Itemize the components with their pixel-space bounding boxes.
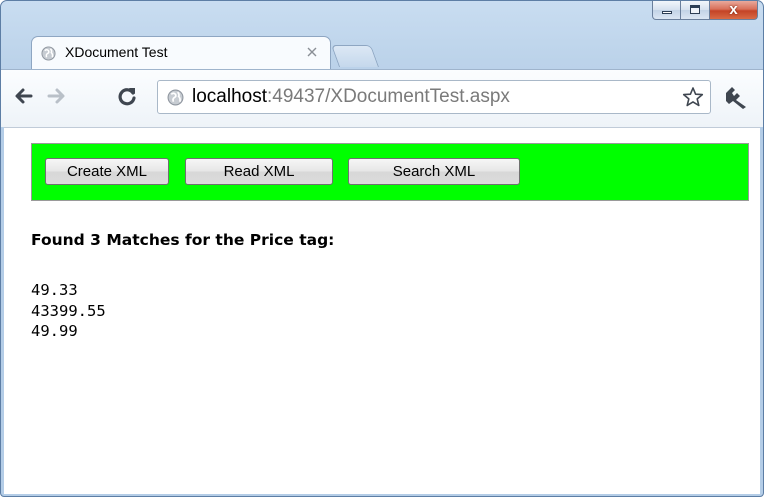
close-icon[interactable]: [306, 46, 318, 58]
address-bar[interactable]: localhost:49437/XDocumentTest.aspx: [157, 80, 711, 114]
url-text: localhost:49437/XDocumentTest.aspx: [192, 85, 510, 109]
results-heading: Found 3 Matches for the Price tag:: [31, 231, 335, 249]
minimize-icon: [662, 11, 672, 14]
wrench-icon[interactable]: [723, 85, 749, 111]
tab-title: XDocument Test: [65, 44, 168, 60]
globe-icon: [41, 46, 56, 61]
results-list: 49.33 43399.55 49.99: [31, 280, 106, 342]
search-xml-button[interactable]: Search XML: [348, 158, 520, 185]
browser-window: x XDocument Test localhost:49437/XDocume…: [0, 0, 764, 497]
new-tab-button[interactable]: [330, 45, 380, 67]
close-window-icon: x: [729, 1, 738, 18]
close-window-button[interactable]: x: [710, 1, 758, 20]
result-item: 49.33: [31, 281, 78, 299]
star-icon[interactable]: [682, 86, 704, 108]
minimize-button[interactable]: [652, 1, 681, 20]
maximize-icon: [690, 5, 700, 14]
button-panel: Create XML Read XML Search XML: [31, 143, 749, 201]
forward-arrow-icon: [47, 88, 65, 104]
reload-button[interactable]: [115, 84, 139, 108]
window-controls: x: [652, 1, 758, 23]
url-host: localhost: [192, 86, 267, 107]
maximize-button[interactable]: [681, 1, 710, 20]
back-arrow-icon: [15, 88, 33, 104]
browser-toolbar: localhost:49437/XDocumentTest.aspx: [1, 69, 763, 127]
result-item: 43399.55: [31, 301, 106, 320]
back-button[interactable]: [11, 84, 35, 108]
result-item: 49.99: [31, 322, 78, 340]
forward-button[interactable]: [45, 84, 69, 108]
page-info-icon[interactable]: [167, 89, 184, 106]
read-xml-button[interactable]: Read XML: [185, 158, 333, 185]
create-xml-button[interactable]: Create XML: [45, 158, 169, 185]
reload-icon: [118, 88, 136, 106]
page-content: Create XML Read XML Search XML Found 3 M…: [4, 127, 760, 494]
url-path: :49437/XDocumentTest.aspx: [267, 86, 510, 107]
tab-xdocument-test[interactable]: XDocument Test: [31, 36, 331, 70]
